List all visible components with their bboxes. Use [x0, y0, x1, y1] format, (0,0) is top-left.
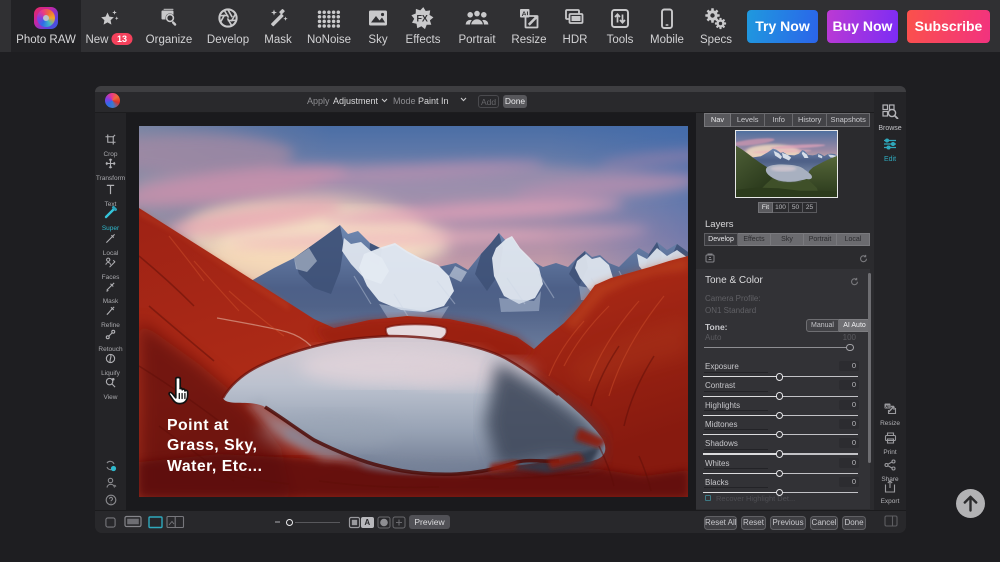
svg-text:AI: AI — [885, 404, 889, 409]
svg-text:FX: FX — [416, 14, 428, 24]
